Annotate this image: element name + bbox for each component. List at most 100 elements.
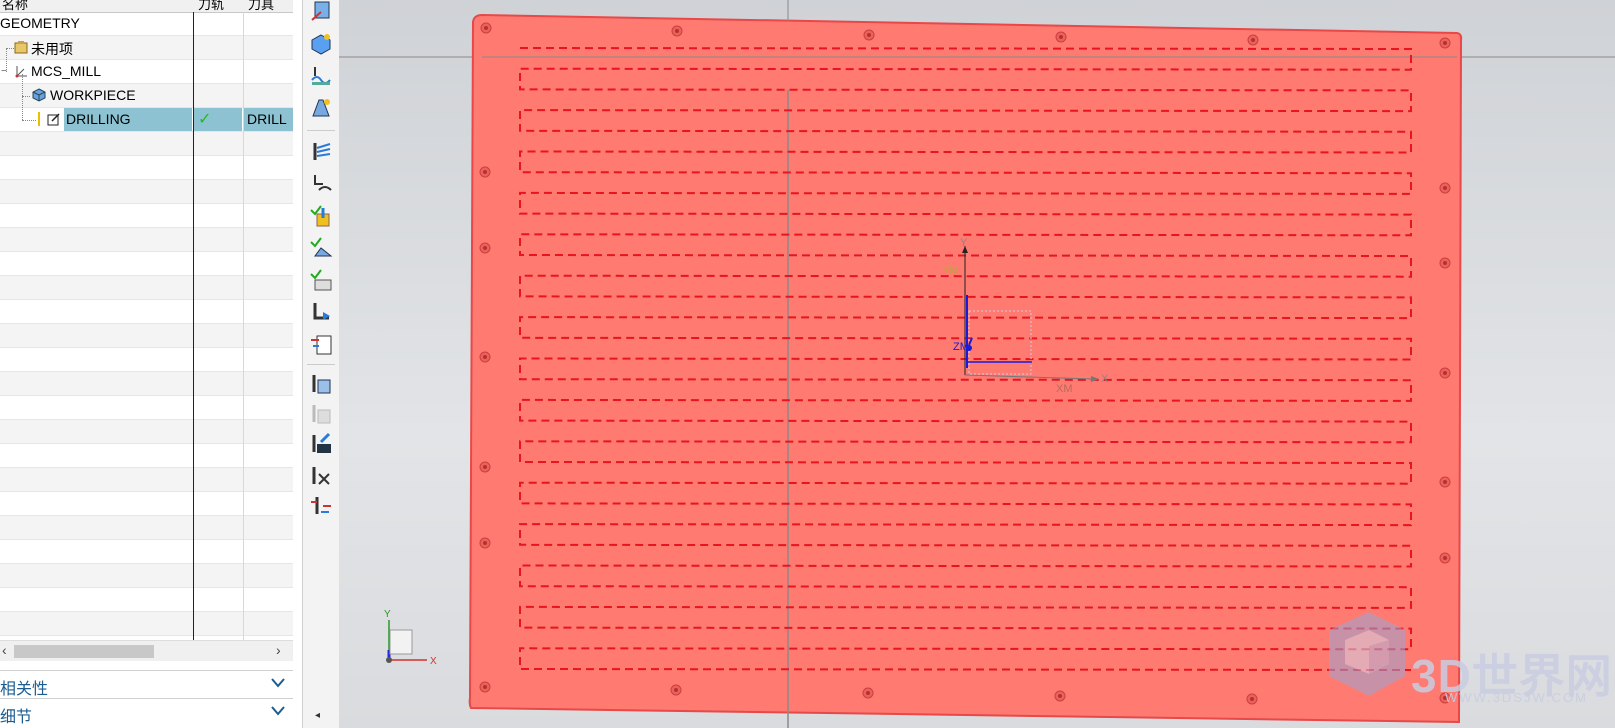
chevron-down-icon[interactable] (271, 699, 285, 723)
copy-toolpath-disabled-icon[interactable] (309, 402, 333, 426)
hole-center (1443, 556, 1447, 560)
tree-connector (6, 48, 7, 72)
scroll-right-icon[interactable]: › (276, 642, 281, 658)
replay-toolpath-icon[interactable] (309, 172, 333, 196)
column-divider[interactable] (243, 12, 244, 640)
tree-label-geometry: GEOMETRY (0, 15, 80, 31)
empty-row (0, 348, 293, 372)
transform-toolpath-icon[interactable] (309, 494, 333, 518)
empty-row (0, 372, 293, 396)
hole-center (483, 355, 487, 359)
list-toolpath-icon[interactable] (309, 372, 333, 396)
hole-center (484, 26, 488, 30)
empty-row (0, 444, 293, 468)
empty-row (0, 420, 293, 444)
triad-y-label: Y (384, 609, 391, 620)
hole-center (1058, 694, 1062, 698)
empty-row (0, 612, 293, 636)
toolbar-separator (307, 130, 335, 131)
chevron-down-icon[interactable] (271, 671, 285, 695)
section-dependencies[interactable]: 相关性 (0, 670, 293, 698)
graphics-viewport[interactable]: Y YM ZM XM X Y X (339, 0, 1615, 728)
verify-toolpath-icon[interactable] (309, 204, 333, 228)
operation-navigator: 名称 刀轨 刀具 GEOMETRY 未用项 − MCS_MILL WORKPIE… (0, 0, 293, 728)
column-divider[interactable] (193, 12, 194, 640)
create-program-icon[interactable] (309, 0, 333, 24)
horizontal-scrollbar[interactable]: ‹ › (0, 640, 293, 661)
empty-row (0, 564, 293, 588)
hole-center (867, 33, 871, 37)
triad-origin (386, 657, 392, 663)
post-process-icon[interactable] (309, 300, 333, 324)
section-details-label: 细节 (0, 709, 33, 726)
empty-row (0, 204, 293, 228)
hole-center (1251, 38, 1255, 42)
wcs-y-label: Y (960, 237, 968, 249)
verify-simulate-icon[interactable] (309, 236, 333, 260)
hole-center (1443, 41, 1447, 45)
empty-row (0, 396, 293, 420)
hole-center (483, 685, 487, 689)
triad-x-label: X (430, 656, 437, 667)
empty-row (0, 156, 293, 180)
empty-row (0, 588, 293, 612)
view-triad[interactable]: Y X (384, 609, 437, 667)
tree-connector (22, 74, 23, 120)
empty-row (0, 252, 293, 276)
wcs-x-label: X (1101, 373, 1109, 385)
tree-label-workpiece: WORKPIECE (50, 87, 136, 103)
tree-row-geometry[interactable]: GEOMETRY (0, 12, 293, 36)
create-geometry-icon[interactable] (309, 32, 333, 56)
machine-simulate-icon[interactable] (309, 268, 333, 292)
hole-center (1059, 35, 1063, 39)
empty-row (0, 180, 293, 204)
unused-items-icon (14, 40, 28, 54)
empty-row (0, 228, 293, 252)
path-ok-check-icon: ✓ (198, 111, 212, 128)
edit-text-icon[interactable] (309, 432, 333, 456)
tree-row-unused[interactable]: 未用项 (0, 36, 293, 60)
shop-documentation-icon[interactable] (309, 332, 333, 356)
create-method-icon[interactable] (309, 64, 333, 88)
tree-connector (6, 48, 14, 49)
empty-row (0, 132, 293, 156)
hole-center (1250, 697, 1254, 701)
empty-row (0, 324, 293, 348)
empty-row (0, 468, 293, 492)
tree-connector (22, 120, 36, 121)
empty-row (0, 516, 293, 540)
empty-row (0, 300, 293, 324)
hole-center (1443, 371, 1447, 375)
toolbar-separator (307, 364, 335, 365)
scrollbar-thumb[interactable] (14, 645, 154, 658)
hole-center (866, 691, 870, 695)
hole-center (675, 29, 679, 33)
hole-center (483, 465, 487, 469)
tool-name: DRILL (247, 111, 287, 127)
generate-toolpath-icon[interactable] (309, 140, 333, 164)
vertical-toolbar: ◂ (302, 0, 340, 728)
scroll-left-icon[interactable]: ‹ (2, 642, 7, 658)
hole-center (1443, 186, 1447, 190)
create-operation-icon[interactable] (309, 96, 333, 120)
hole-center (1443, 261, 1447, 265)
tree-label-drilling: DRILLING (66, 111, 131, 127)
tree-label-unused: 未用项 (31, 41, 73, 57)
delete-toolpath-icon[interactable] (309, 464, 333, 488)
tree-connector (22, 96, 30, 97)
tree-row-mcs-mill[interactable]: − MCS_MILL (0, 60, 293, 84)
hole-center (674, 688, 678, 692)
wcs-ym-label: YM (942, 265, 959, 277)
section-details[interactable]: 细节 (0, 698, 293, 726)
workpiece-icon (32, 88, 46, 102)
hole-center (483, 541, 487, 545)
tree-row-workpiece[interactable]: WORKPIECE (0, 84, 293, 108)
toolbar-collapse-icon[interactable]: ◂ (315, 710, 320, 721)
mcs-icon (14, 64, 28, 78)
navigator-tree: GEOMETRY 未用项 − MCS_MILL WORKPIECE DRILLI… (0, 12, 293, 640)
hole-center (483, 246, 487, 250)
tree-row-drilling[interactable]: DRILLING ✓ DRILL (0, 108, 293, 132)
empty-row (0, 540, 293, 564)
watermark-url: WWW.3DSJW.COM (1445, 690, 1588, 705)
operation-icon (47, 112, 61, 126)
